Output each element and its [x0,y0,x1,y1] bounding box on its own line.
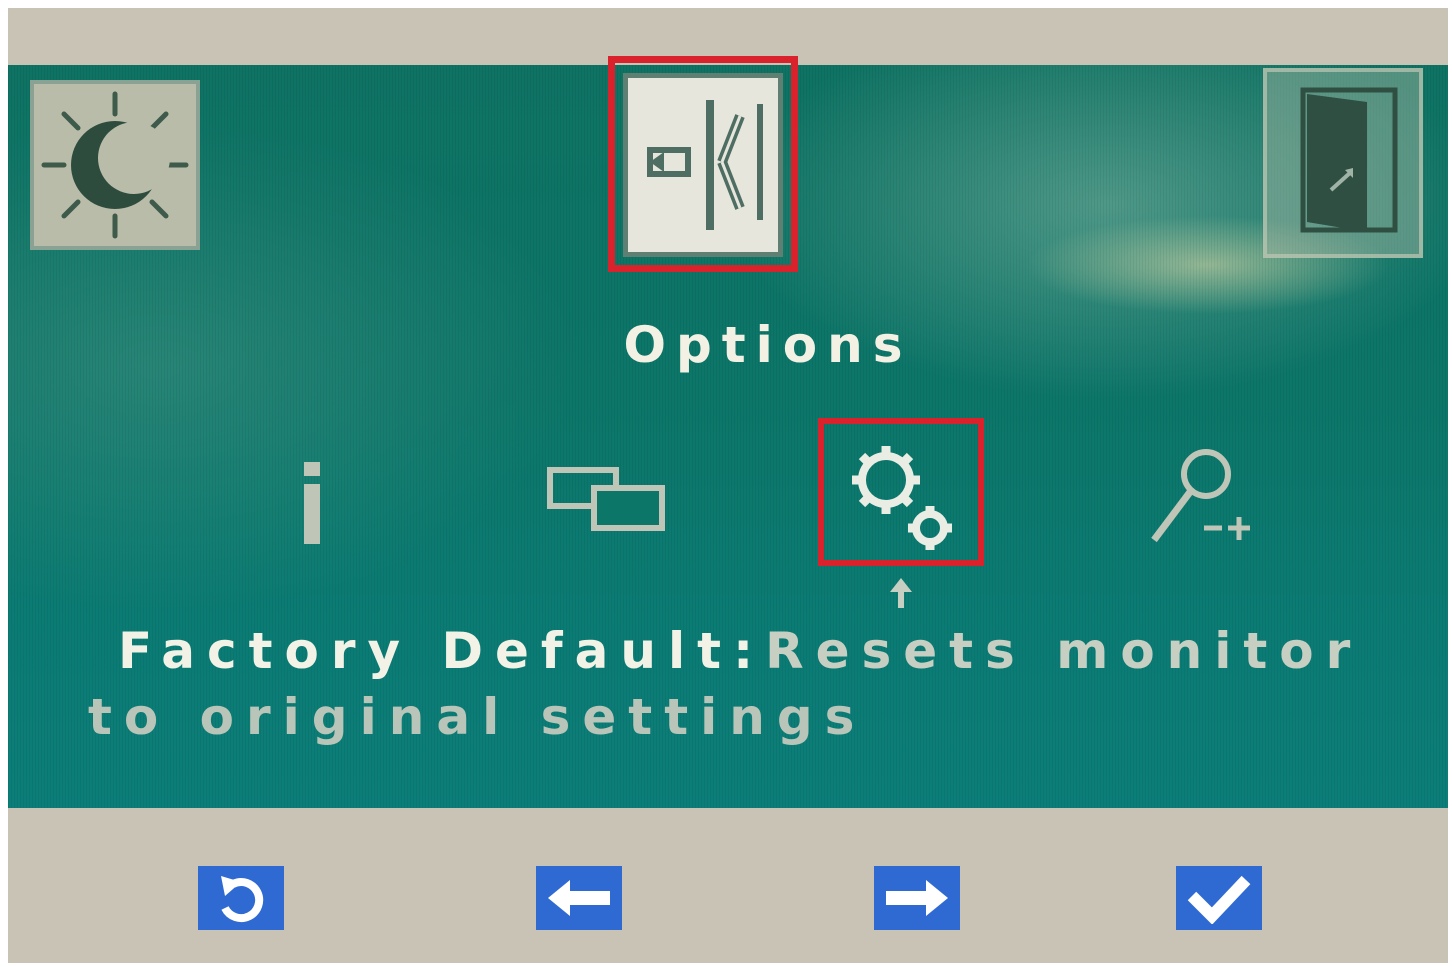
checkmark-icon [1187,875,1251,924]
top-menu-options[interactable] [608,56,798,272]
back-button[interactable] [198,866,284,930]
description-text-1: Resets monitor [765,622,1363,680]
right-button[interactable] [874,866,960,930]
options-tile [623,73,783,257]
info-icon [304,462,320,544]
arrow-left-icon [548,880,610,916]
selection-pointer-icon [886,576,916,610]
submenu-factory-default[interactable] [818,418,984,566]
menu-title: Options [623,316,913,374]
options-panel-icon [647,100,763,230]
dual-screen-icon [547,467,665,531]
ok-button[interactable] [1176,866,1262,930]
submenu-display-settings[interactable] [546,466,670,536]
description-line-2: to original settings [88,688,867,746]
submenu-information[interactable] [292,460,332,550]
description-separator: : [733,622,766,680]
sun-moon-icon [41,91,189,239]
item-description: Factory Default:Resets monitor to origin… [88,618,1428,750]
description-line-1: Factory Default:Resets monitor [88,618,1428,684]
top-menu-brightness[interactable] [30,80,200,250]
gears-icon [852,446,952,550]
magnifier-zoom-icon [1151,449,1250,543]
left-button[interactable] [536,866,622,930]
top-menu-exit[interactable] [1263,68,1423,258]
door-exit-icon [1300,87,1398,233]
arrow-right-icon [886,880,948,916]
submenu-zoom[interactable] [1146,448,1256,548]
undo-icon [221,876,264,923]
selected-item-name: Factory Default [118,622,734,680]
monitor-frame: Options Factory Default:Resets monitor t… [8,8,1448,963]
